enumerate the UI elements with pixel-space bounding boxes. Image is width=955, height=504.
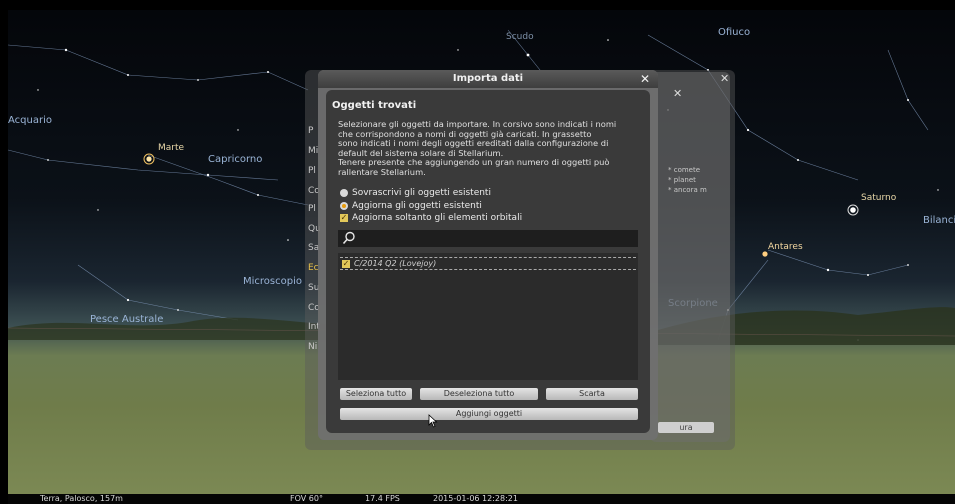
section-title: Oggetti trovati	[332, 100, 417, 111]
constellation-label-piscis-austrinus: Pesce Australe	[90, 314, 164, 325]
checkbox-checked[interactable]: ✓	[340, 214, 348, 222]
star-label-antares: Antares	[768, 242, 803, 252]
background-fragment: * ancora m	[668, 186, 707, 194]
search-icon	[342, 231, 355, 245]
deselect-all-button[interactable]: Deseleziona tutto	[420, 388, 538, 400]
background-button-label: ura	[679, 423, 693, 432]
background-close-icon-2[interactable]: ✕	[720, 72, 729, 85]
status-bar: Terra, Palosco, 157m FOV 60° 17.4 FPS 20…	[8, 494, 955, 504]
add-objects-label: Aggiungi oggetti	[455, 409, 523, 418]
select-all-button[interactable]: Seleziona tutto	[340, 388, 412, 400]
add-objects-button[interactable]: Aggiungi oggetti	[340, 408, 638, 420]
constellation-label-libra: Bilancia	[923, 215, 955, 226]
deselect-all-label: Deseleziona tutto	[443, 389, 515, 398]
description-text: Selezionare gli oggetti da importare. In…	[338, 119, 638, 177]
select-all-label: Seleziona tutto	[345, 389, 407, 398]
background-menu-item: Pl	[308, 166, 316, 176]
radio-overwrite-label: Sovrascrivi gli oggetti esistenti	[352, 188, 491, 198]
radio-update[interactable]: Aggiorna gli oggetti esistenti	[340, 201, 482, 211]
objects-list[interactable]: ✓ C/2014 Q2 (Lovejoy)	[338, 253, 638, 380]
close-icon[interactable]: ✕	[640, 72, 650, 86]
status-fov: FOV 60°	[290, 494, 323, 503]
list-item[interactable]: ✓ C/2014 Q2 (Lovejoy)	[340, 257, 636, 270]
status-location: Terra, Palosco, 157m	[40, 494, 123, 503]
list-item-label: C/2014 Q2 (Lovejoy)	[354, 259, 437, 268]
background-menu-item: Pl	[308, 204, 316, 214]
background-close-icon[interactable]: ✕	[673, 87, 682, 100]
background-menu-item: Mi	[308, 146, 319, 156]
background-menu-item: Ni	[308, 342, 318, 352]
constellation-label-ophiuchus: Ofiuco	[718, 27, 751, 38]
dialog-title-bar[interactable]: Importa dati	[318, 70, 658, 88]
description-line: rallentare Stellarium.	[338, 166, 426, 177]
checkbox-orbital-only-label: Aggiorna soltanto gli elementi orbitali	[352, 213, 523, 223]
radio-button-selected[interactable]	[340, 202, 348, 210]
discard-button[interactable]: Scarta	[546, 388, 638, 400]
constellation-label-microscopium: Microscopio	[243, 276, 302, 287]
planet-label-saturn: Saturno	[861, 193, 897, 203]
background-dialog-right	[650, 72, 730, 442]
constellation-label-aquarius: Acquario	[8, 115, 52, 126]
background-fragment: * comete	[668, 166, 701, 174]
background-fragment: * planet	[668, 176, 696, 184]
list-item-checkbox[interactable]: ✓	[342, 259, 350, 268]
planet-label-mars: Marte	[158, 143, 185, 153]
background-menu-item: P	[308, 126, 314, 136]
background-button[interactable]: ura	[658, 422, 714, 433]
radio-overwrite[interactable]: Sovrascrivi gli oggetti esistenti	[340, 188, 491, 198]
status-datetime: 2015-01-06 12:28:21	[433, 494, 518, 503]
mouse-cursor-icon	[428, 414, 438, 428]
import-data-dialog: Importa dati ✕ Oggetti trovati Seleziona…	[318, 70, 658, 440]
constellation-label-scutum: Scudo	[506, 32, 534, 42]
constellation-label-capricorn: Capricorno	[208, 154, 263, 165]
search-input[interactable]	[338, 230, 638, 247]
dialog-title: Importa dati	[452, 73, 524, 84]
radio-button[interactable]	[340, 189, 348, 197]
checkbox-orbital-only[interactable]: ✓ Aggiorna soltanto gli elementi orbital…	[340, 213, 522, 223]
radio-update-label: Aggiorna gli oggetti esistenti	[352, 201, 482, 211]
status-fps: 17.4 FPS	[365, 494, 400, 503]
discard-label: Scarta	[579, 389, 605, 398]
